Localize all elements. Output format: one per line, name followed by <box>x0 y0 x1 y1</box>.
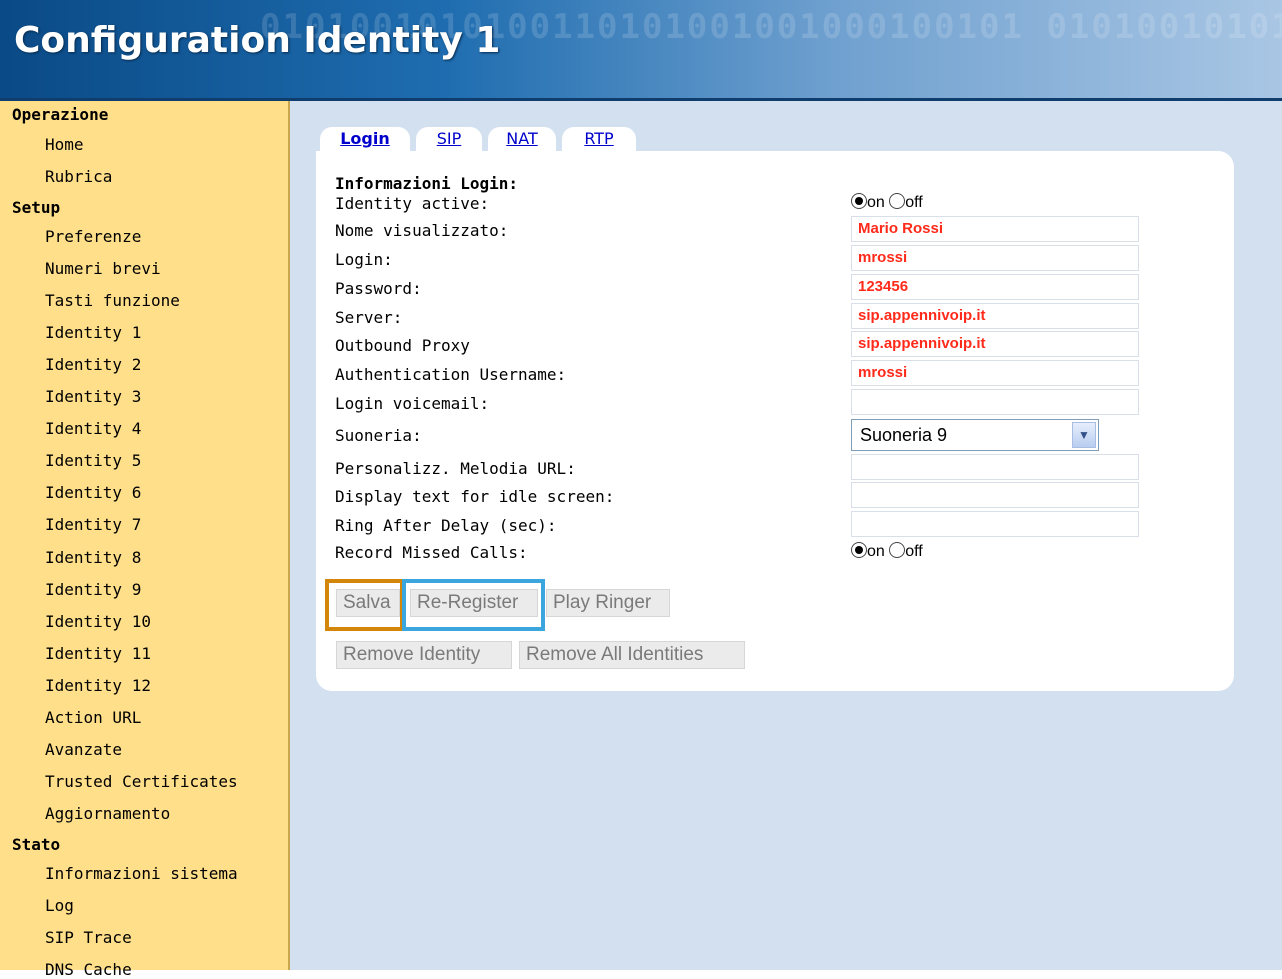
login-voicemail-field[interactable] <box>851 389 1139 415</box>
melody-url-label: Personalizz. Melodia URL: <box>335 459 576 478</box>
server-field[interactable]: sip.appennivoip.it <box>851 303 1139 329</box>
sidebar-item-trusted-certificates[interactable]: Trusted Certificates <box>45 772 238 791</box>
record-missed-label: Record Missed Calls: <box>335 543 528 562</box>
record-missed-off-label: off <box>905 543 923 560</box>
record-missed-off-radio[interactable] <box>889 542 906 558</box>
page-title: Configuration Identity 1 <box>14 20 501 61</box>
sidebar-item-identity-1[interactable]: Identity 1 <box>45 323 141 342</box>
sidebar-item-log[interactable]: Log <box>45 896 74 915</box>
password-label: Password: <box>335 279 422 298</box>
sidebar-item-identity-8[interactable]: Identity 8 <box>45 548 141 567</box>
sidebar-item-identity-12[interactable]: Identity 12 <box>45 676 151 695</box>
identity-active-on-radio[interactable] <box>851 193 867 209</box>
sidebar-item-numeri-brevi[interactable]: Numeri brevi <box>45 259 161 278</box>
tab-sip[interactable]: SIP <box>416 127 482 151</box>
password-field[interactable]: 123456 <box>851 274 1139 300</box>
sidebar-item-informazioni-sistema[interactable]: Informazioni sistema <box>45 864 238 883</box>
sidebar-nav: Operazione Home Rubrica Setup Preferenze… <box>0 101 290 979</box>
save-highlight <box>325 579 404 631</box>
sidebar-item-rubrica[interactable]: Rubrica <box>45 167 112 186</box>
ring-delay-label: Ring After Delay (sec): <box>335 516 557 535</box>
remove-identity-button[interactable]: Remove Identity <box>336 641 512 669</box>
record-missed-radios: on off <box>851 542 923 561</box>
sidebar-item-identity-7[interactable]: Identity 7 <box>45 515 141 534</box>
chevron-down-icon[interactable]: ▼ <box>1072 422 1096 448</box>
sidebar-item-identity-11[interactable]: Identity 11 <box>45 644 151 663</box>
sidebar-item-home[interactable]: Home <box>45 135 84 154</box>
outbound-proxy-label: Outbound Proxy <box>335 336 470 355</box>
idle-text-label: Display text for idle screen: <box>335 487 615 506</box>
play-ringer-button[interactable]: Play Ringer <box>546 589 670 617</box>
ring-delay-field[interactable] <box>851 511 1139 537</box>
sidebar-item-identity-4[interactable]: Identity 4 <box>45 419 141 438</box>
main-content: Login SIP NAT RTP Informazioni Login: Id… <box>290 101 1282 970</box>
sidebar-item-tasti-funzione[interactable]: Tasti funzione <box>45 291 180 310</box>
sidebar-section-operazione: Operazione <box>12 105 109 124</box>
display-name-field[interactable]: Mario Rossi <box>851 216 1139 242</box>
identity-active-label: Identity active: <box>335 194 490 213</box>
identity-active-on-label: on <box>867 194 885 211</box>
record-missed-on-radio[interactable] <box>851 542 867 558</box>
re-register-highlight <box>402 579 545 631</box>
identity-active-off-label: off <box>905 194 923 211</box>
ringtone-label: Suoneria: <box>335 426 422 445</box>
login-panel: Informazioni Login: Identity active: on … <box>316 151 1234 691</box>
ringtone-selected-value: Suoneria 9 <box>860 425 948 445</box>
tab-rtp[interactable]: RTP <box>562 127 636 151</box>
tab-login[interactable]: Login <box>320 127 410 151</box>
display-name-label: Nome visualizzato: <box>335 221 509 240</box>
ringtone-select[interactable]: Suoneria 9 ▼ <box>851 419 1099 451</box>
login-voicemail-label: Login voicemail: <box>335 394 490 413</box>
sidebar-item-identity-6[interactable]: Identity 6 <box>45 483 141 502</box>
sidebar-section-setup: Setup <box>12 198 61 217</box>
sidebar-item-identity-5[interactable]: Identity 5 <box>45 451 141 470</box>
identity-active-off-radio[interactable] <box>889 193 906 209</box>
form-heading: Informazioni Login: <box>335 174 519 193</box>
sidebar-item-avanzate[interactable]: Avanzate <box>45 740 122 759</box>
sidebar-section-stato: Stato <box>12 835 61 854</box>
identity-active-radios: on off <box>851 193 923 212</box>
sidebar-item-identity-9[interactable]: Identity 9 <box>45 580 141 599</box>
auth-username-field[interactable]: mrossi <box>851 360 1139 386</box>
sidebar-item-action-url[interactable]: Action URL <box>45 708 141 727</box>
melody-url-field[interactable] <box>851 454 1139 480</box>
sidebar-item-identity-2[interactable]: Identity 2 <box>45 355 141 374</box>
sidebar-item-identity-3[interactable]: Identity 3 <box>45 387 141 406</box>
sidebar-item-preferenze[interactable]: Preferenze <box>45 227 141 246</box>
sidebar-item-sip-trace[interactable]: SIP Trace <box>45 928 132 947</box>
login-label: Login: <box>335 250 393 269</box>
login-field[interactable]: mrossi <box>851 245 1139 271</box>
idle-text-field[interactable] <box>851 482 1139 508</box>
sidebar-item-aggiornamento[interactable]: Aggiornamento <box>45 804 170 823</box>
tab-nat[interactable]: NAT <box>488 127 556 151</box>
record-missed-on-label: on <box>867 543 885 560</box>
remove-all-identities-button[interactable]: Remove All Identities <box>519 641 745 669</box>
sidebar-item-identity-10[interactable]: Identity 10 <box>45 612 151 631</box>
auth-username-label: Authentication Username: <box>335 365 567 384</box>
page-header: 0101001010100110101001001000100101 01010… <box>0 0 1282 101</box>
server-label: Server: <box>335 308 403 327</box>
outbound-proxy-field[interactable]: sip.appennivoip.it <box>851 331 1139 357</box>
